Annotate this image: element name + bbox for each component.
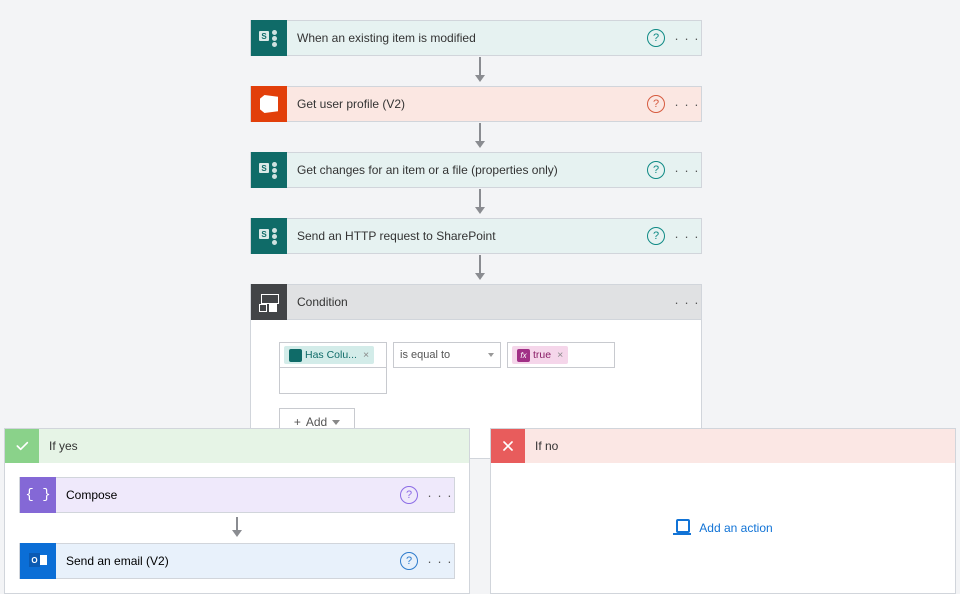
office365-icon	[251, 86, 287, 122]
step-title: Send an email (V2)	[56, 554, 400, 568]
add-label: Add	[306, 415, 327, 429]
http-request-step[interactable]: Send an HTTP request to SharePoint ? · ·…	[250, 218, 702, 254]
branch-label: If yes	[49, 439, 78, 453]
fx-icon: fx	[517, 349, 530, 362]
more-menu-icon[interactable]: · · ·	[673, 295, 701, 310]
more-menu-icon[interactable]: · · ·	[673, 31, 701, 46]
send-email-step[interactable]: Send an email (V2) ? · · ·	[19, 543, 455, 579]
chevron-down-icon	[332, 420, 340, 425]
if-no-branch: If no Add an action	[490, 428, 956, 594]
condition-left-operand[interactable]: Has Colu... ×	[279, 342, 387, 368]
condition-right-operand[interactable]: fx true ×	[507, 342, 615, 368]
help-icon[interactable]: ?	[647, 227, 665, 245]
branch-label: If no	[535, 439, 558, 453]
more-menu-icon[interactable]: · · ·	[673, 229, 701, 244]
outlook-icon	[20, 543, 56, 579]
condition-icon	[251, 284, 287, 320]
help-icon[interactable]: ?	[400, 552, 418, 570]
step-title: When an existing item is modified	[287, 31, 647, 45]
remove-token-icon[interactable]: ×	[557, 349, 563, 361]
expression-token[interactable]: fx true ×	[512, 346, 568, 364]
remove-token-icon[interactable]: ×	[363, 349, 369, 361]
plus-icon: +	[294, 415, 301, 429]
step-title: Compose	[56, 488, 400, 502]
step-title: Send an HTTP request to SharePoint	[287, 229, 647, 243]
compose-icon: { }	[20, 477, 56, 513]
add-action-label: Add an action	[699, 521, 772, 535]
get-changes-step[interactable]: Get changes for an item or a file (prope…	[250, 152, 702, 188]
step-title: Condition	[287, 295, 673, 309]
dynamic-content-token[interactable]: Has Colu... ×	[284, 346, 374, 364]
step-title: Get user profile (V2)	[287, 97, 647, 111]
help-icon[interactable]: ?	[647, 161, 665, 179]
sharepoint-icon	[289, 349, 302, 362]
more-menu-icon[interactable]: · · ·	[673, 163, 701, 178]
more-menu-icon[interactable]: · · ·	[426, 488, 454, 503]
arrow-icon	[474, 255, 486, 283]
sharepoint-icon	[251, 218, 287, 254]
condition-operator-select[interactable]: is equal to	[393, 342, 501, 368]
close-icon	[491, 429, 525, 463]
more-menu-icon[interactable]: · · ·	[673, 97, 701, 112]
sharepoint-icon	[251, 152, 287, 188]
sharepoint-icon	[251, 20, 287, 56]
token-label: Has Colu...	[305, 349, 357, 361]
get-user-profile-step[interactable]: Get user profile (V2) ? · · ·	[250, 86, 702, 122]
compose-step[interactable]: { } Compose ? · · ·	[19, 477, 455, 513]
if-yes-branch: If yes { } Compose ? · · · Send an email…	[4, 428, 470, 594]
check-icon	[5, 429, 39, 463]
operator-label: is equal to	[400, 349, 450, 361]
help-icon[interactable]: ?	[647, 95, 665, 113]
branch-header-yes: If yes	[5, 429, 469, 463]
condition-left-operand-extra[interactable]	[279, 368, 387, 394]
arrow-icon	[474, 57, 486, 85]
chevron-down-icon	[488, 353, 494, 357]
add-action-button[interactable]: Add an action	[673, 521, 772, 535]
help-icon[interactable]: ?	[647, 29, 665, 47]
more-menu-icon[interactable]: · · ·	[426, 554, 454, 569]
arrow-icon	[231, 517, 243, 539]
branches: If yes { } Compose ? · · · Send an email…	[4, 428, 956, 594]
arrow-icon	[474, 189, 486, 217]
add-action-icon	[673, 521, 691, 535]
arrow-icon	[474, 123, 486, 151]
branch-header-no: If no	[491, 429, 955, 463]
condition-step[interactable]: Condition · · ·	[250, 284, 702, 320]
trigger-step[interactable]: When an existing item is modified ? · · …	[250, 20, 702, 56]
step-title: Get changes for an item or a file (prope…	[287, 163, 647, 177]
token-label: true	[533, 349, 551, 361]
help-icon[interactable]: ?	[400, 486, 418, 504]
